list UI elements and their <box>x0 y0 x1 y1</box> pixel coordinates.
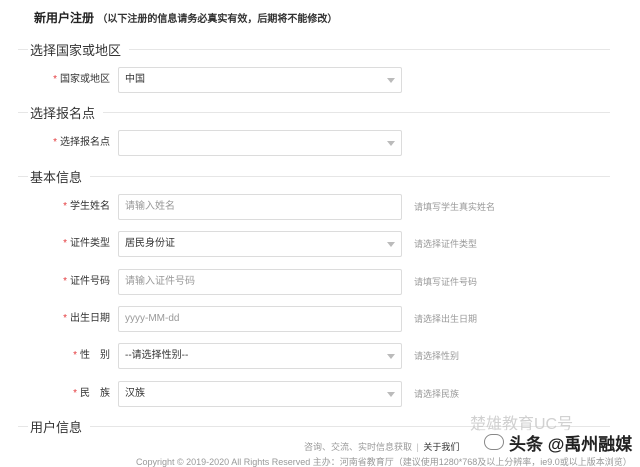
required-mark: * <box>63 238 67 249</box>
row-ethnicity: * 民 族 汉族 请选择民族 <box>0 381 640 407</box>
row-student-name: * 学生姓名 请输入姓名 请填写学生真实姓名 <box>0 194 640 220</box>
row-country: * 国家或地区 中国 <box>0 67 640 93</box>
gender-select[interactable]: --请选择性别-- <box>118 343 402 369</box>
ethnicity-value: 汉族 <box>125 388 145 399</box>
field-label: * 证件类型 <box>63 238 110 249</box>
footer-link-contact[interactable]: 咨询、交流、实时信息获取 <box>304 442 412 452</box>
required-mark: * <box>53 74 57 85</box>
field-label: * 出生日期 <box>63 313 110 324</box>
section-title: 选择报名点 <box>30 105 96 121</box>
page-title-note: （以下注册的信息请务必真实有效，后期将不能修改） <box>97 14 338 25</box>
section-divider <box>90 175 610 177</box>
watermark-tag-text: 头条 @禹州融媒 <box>509 434 633 454</box>
row-id-type: * 证件类型 居民身份证 请选择证件类型 <box>0 231 640 257</box>
field-label: * 选择报名点 <box>53 137 110 148</box>
field-hint: 请选择性别 <box>414 351 460 361</box>
id-number-input[interactable]: 请输入证件号码 <box>118 269 402 295</box>
footer-link-about[interactable]: 关于我们 <box>423 442 459 452</box>
field-hint: 请选择民族 <box>414 389 460 399</box>
section-divider <box>18 426 28 427</box>
row-gender: * 性 别 --请选择性别-- 请选择性别 <box>0 343 640 369</box>
section-title: 用户信息 <box>30 419 83 435</box>
required-mark: * <box>73 388 77 399</box>
country-value: 中国 <box>125 74 145 85</box>
field-hint: 请选择出生日期 <box>414 314 478 324</box>
chevron-down-icon <box>387 354 395 359</box>
ethnicity-select[interactable]: 汉族 <box>118 381 402 407</box>
section-signup-point: 选择报名点 <box>18 103 610 121</box>
section-divider <box>18 112 28 113</box>
field-label: * 民 族 <box>73 388 110 399</box>
footer-links: 咨询、交流、实时信息获取 | 关于我们 <box>304 440 459 453</box>
chat-bubble-icon <box>484 434 504 450</box>
gender-value: --请选择性别-- <box>125 350 189 361</box>
section-title: 基本信息 <box>30 169 83 185</box>
signup-point-select[interactable] <box>118 130 402 156</box>
row-birth-date: * 出生日期 yyyy-MM-dd 请选择出生日期 <box>0 306 640 332</box>
chevron-down-icon <box>387 392 395 397</box>
section-divider <box>18 49 28 50</box>
field-label: * 国家或地区 <box>53 74 110 85</box>
required-mark: * <box>63 313 67 324</box>
required-mark: * <box>53 137 57 148</box>
row-id-number: * 证件号码 请输入证件号码 请填写证件号码 <box>0 269 640 295</box>
watermark-tag: 头条 @禹州融媒 <box>480 430 637 454</box>
id-type-value: 居民身份证 <box>125 238 175 249</box>
copyright: Copyright © 2019-2020 All Rights Reserve… <box>136 457 632 467</box>
page-title: 新用户注册 （以下注册的信息请务必真实有效，后期将不能修改） <box>34 9 337 26</box>
chevron-down-icon <box>387 141 395 146</box>
section-title: 选择国家或地区 <box>30 42 122 58</box>
country-select[interactable]: 中国 <box>118 67 402 93</box>
field-label: * 证件号码 <box>63 276 110 287</box>
field-label: * 性 别 <box>73 350 110 361</box>
student-name-input[interactable]: 请输入姓名 <box>118 194 402 220</box>
section-divider <box>103 111 610 113</box>
page-title-text: 新用户注册 <box>34 11 95 25</box>
section-divider <box>18 176 28 177</box>
field-hint: 请填写学生真实姓名 <box>414 202 496 212</box>
field-label: * 学生姓名 <box>63 201 110 212</box>
field-hint: 请选择证件类型 <box>414 239 478 249</box>
chevron-down-icon <box>387 78 395 83</box>
required-mark: * <box>73 350 77 361</box>
chevron-down-icon <box>387 242 395 247</box>
section-divider <box>129 48 610 50</box>
section-basic-info: 基本信息 <box>18 167 610 185</box>
row-signup-point: * 选择报名点 <box>0 130 640 156</box>
id-type-select[interactable]: 居民身份证 <box>118 231 402 257</box>
footer-separator: | <box>416 442 419 452</box>
field-hint: 请填写证件号码 <box>414 277 478 287</box>
required-mark: * <box>63 201 67 212</box>
birth-date-input[interactable]: yyyy-MM-dd <box>118 306 402 332</box>
required-mark: * <box>63 276 67 287</box>
section-country: 选择国家或地区 <box>18 40 610 58</box>
